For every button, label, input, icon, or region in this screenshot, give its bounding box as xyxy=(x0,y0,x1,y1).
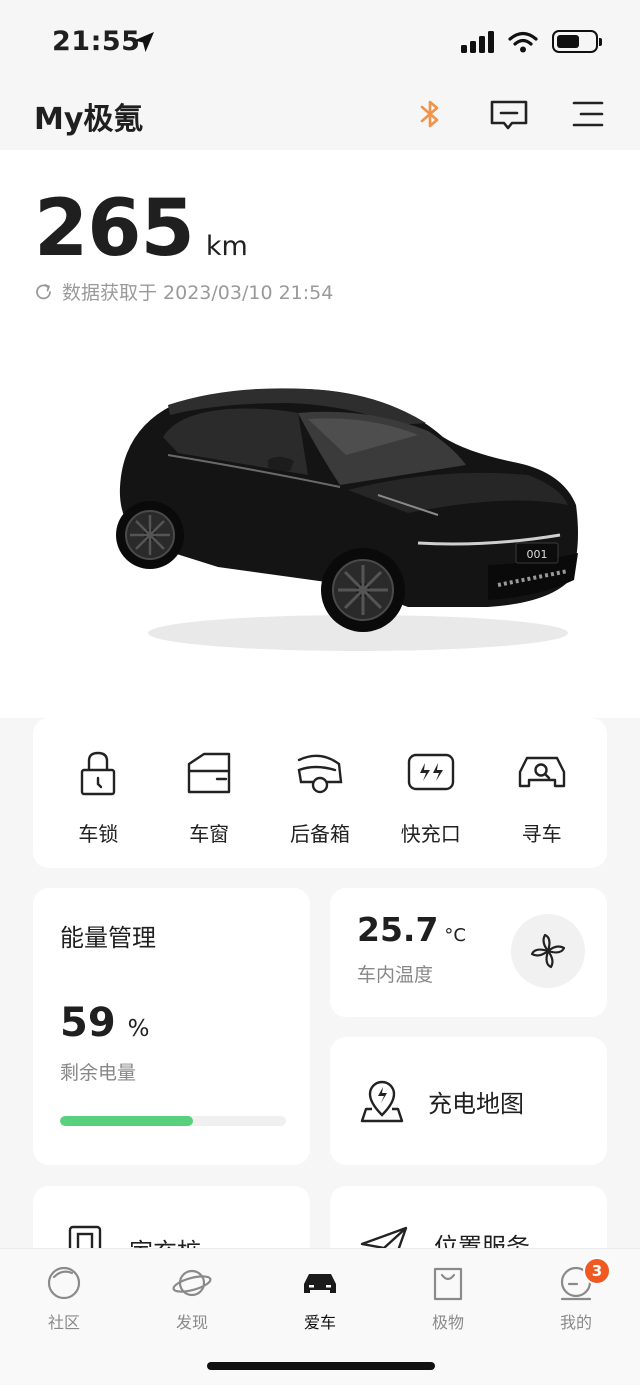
find-car-icon xyxy=(518,756,565,788)
trunk-button[interactable]: 后备箱 xyxy=(270,748,370,868)
discover-icon xyxy=(172,1269,212,1297)
window-icon xyxy=(187,752,231,794)
battery-level-unit: % xyxy=(127,1016,150,1042)
community-icon xyxy=(47,1266,81,1300)
trunk-icon xyxy=(297,754,343,794)
car-icon xyxy=(304,1274,336,1293)
climate-fan-button[interactable] xyxy=(511,914,585,988)
car-window-label: 车窗 xyxy=(189,822,230,846)
tab-profile-label: 我的 xyxy=(559,1313,592,1332)
status-bar: 21:55 xyxy=(0,0,640,80)
range-value: 265 xyxy=(34,184,195,274)
cellular-signal-icon xyxy=(461,30,494,53)
data-timestamp[interactable]: 数据获取于 2023/03/10 21:54 xyxy=(34,278,333,305)
tab-discover-label: 发现 xyxy=(175,1313,208,1332)
tab-community-label: 社区 xyxy=(47,1313,80,1332)
energy-title: 能量管理 xyxy=(60,924,156,952)
climate-card[interactable]: 25.7 °C 车内温度 xyxy=(330,888,607,1017)
tab-my-car-label: 爱车 xyxy=(303,1313,336,1332)
license-plate: 001 xyxy=(527,548,548,561)
tab-my-car[interactable]: 爱车 xyxy=(270,1263,370,1333)
tab-discover[interactable]: 发现 xyxy=(142,1263,242,1333)
fan-icon xyxy=(530,933,566,969)
vehicle-hero: 265 km 数据获取于 2023/03/10 21:54 001 xyxy=(0,150,640,718)
charge-port-label: 快充口 xyxy=(400,822,461,846)
charge-map-label: 充电地图 xyxy=(428,1089,524,1118)
quick-actions-card: 车锁 车窗 后备箱 快充口 寻车 xyxy=(33,718,607,868)
battery-level-label: 剩余电量 xyxy=(60,1062,137,1084)
charge-port-icon xyxy=(407,753,454,791)
tab-shop-label: 极物 xyxy=(431,1313,464,1332)
shop-bag-icon xyxy=(433,1267,463,1301)
status-time: 21:55 xyxy=(52,26,141,57)
vehicle-image: 001 xyxy=(116,388,578,651)
cabin-temp-readout: 25.7 °C xyxy=(357,910,466,949)
lock-icon xyxy=(81,751,116,796)
location-arrow-icon xyxy=(134,32,154,52)
battery-icon xyxy=(552,30,602,53)
charge-map-icon xyxy=(360,1080,404,1123)
car-lock-button[interactable]: 车锁 xyxy=(48,748,148,868)
battery-level-readout: 59 % xyxy=(60,1000,150,1046)
car-lock-label: 车锁 xyxy=(78,822,119,846)
message-icon[interactable] xyxy=(489,94,529,134)
battery-progress-bar xyxy=(60,1116,286,1126)
page-title: My极氪 xyxy=(34,102,144,137)
menu-icon[interactable] xyxy=(568,94,608,134)
home-indicator[interactable] xyxy=(207,1362,435,1370)
notification-badge: 3 xyxy=(583,1257,611,1285)
tab-profile[interactable]: 我的 3 xyxy=(526,1257,626,1333)
find-car-button[interactable]: 寻车 xyxy=(492,748,592,868)
data-timestamp-text: 数据获取于 2023/03/10 21:54 xyxy=(62,282,334,304)
app-header: My极氪 xyxy=(0,80,640,150)
car-window-button[interactable]: 车窗 xyxy=(159,748,259,868)
wifi-icon xyxy=(508,31,538,52)
energy-management-card[interactable]: 能量管理 59 % 剩余电量 xyxy=(33,888,310,1165)
range-unit: km xyxy=(205,231,248,262)
range-readout: 265 km xyxy=(34,184,248,274)
bluetooth-icon[interactable] xyxy=(410,94,450,134)
battery-progress-fill xyxy=(60,1116,194,1126)
cabin-temp-label: 车内温度 xyxy=(357,964,434,986)
refresh-icon[interactable] xyxy=(34,282,54,302)
cabin-temp-unit: °C xyxy=(444,925,466,946)
tab-shop[interactable]: 极物 xyxy=(398,1263,498,1333)
charge-map-card[interactable]: 充电地图 xyxy=(330,1037,607,1165)
trunk-label: 后备箱 xyxy=(289,822,350,846)
find-car-label: 寻车 xyxy=(521,822,562,846)
cabin-temp-value: 25.7 xyxy=(357,910,439,949)
charge-port-button[interactable]: 快充口 xyxy=(381,748,481,868)
battery-level-value: 59 xyxy=(60,1000,116,1046)
tab-community[interactable]: 社区 xyxy=(14,1263,114,1333)
